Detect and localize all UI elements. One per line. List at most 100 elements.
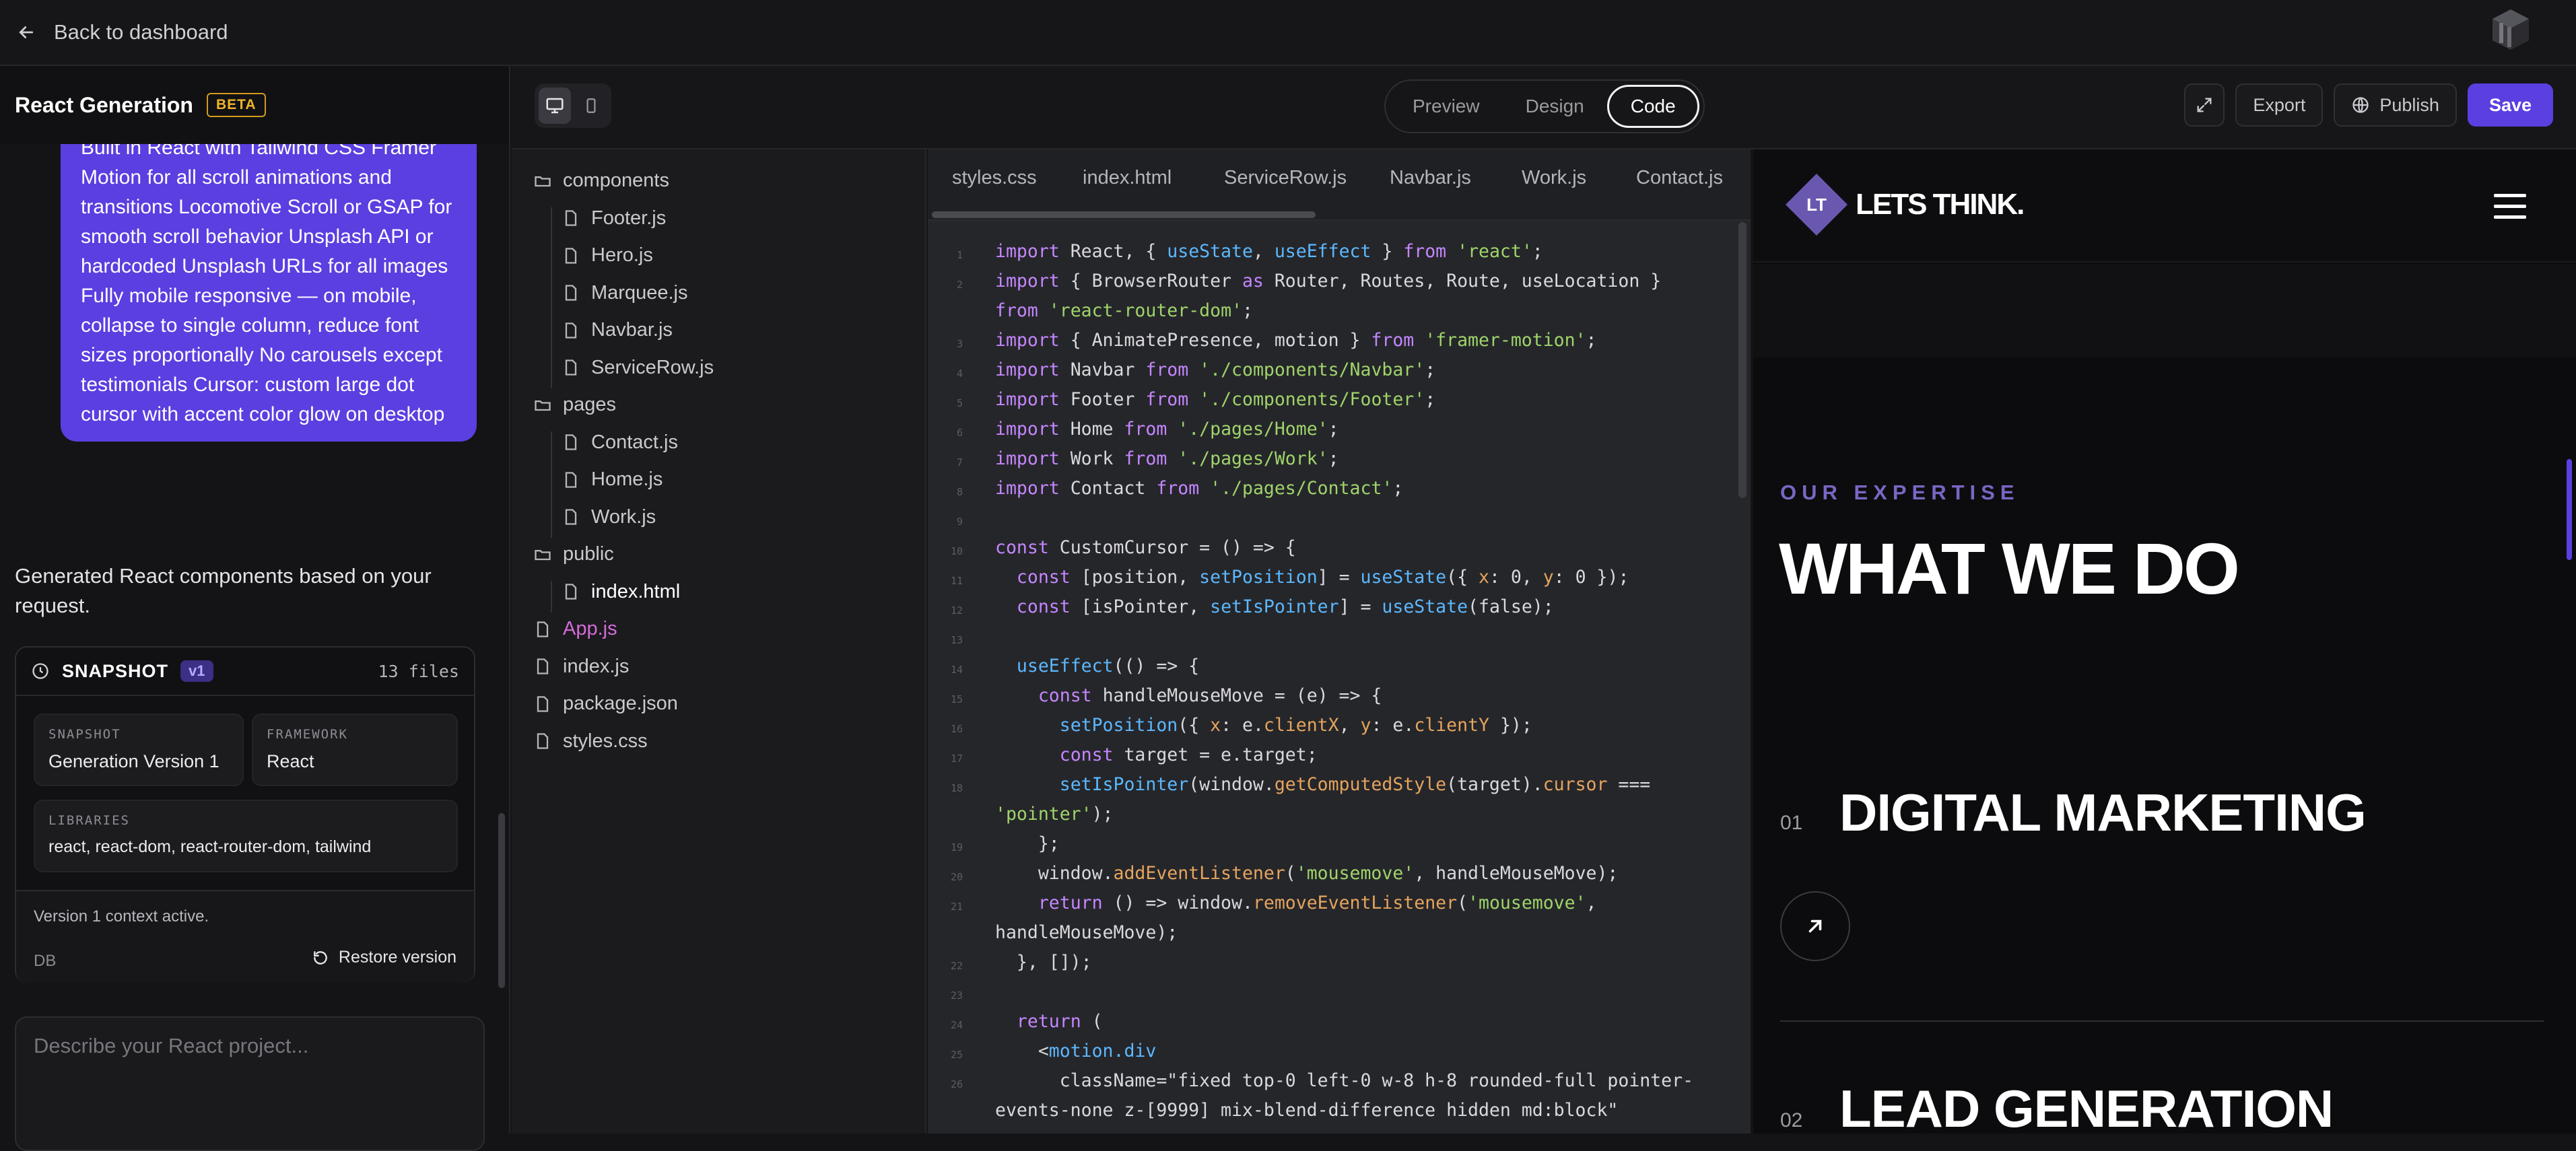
line-number: 8 <box>956 486 963 498</box>
tabs-scrollbar[interactable] <box>932 211 1316 218</box>
file-icon <box>565 434 577 450</box>
line-number: 14 <box>950 664 963 676</box>
fullscreen-button[interactable] <box>2184 83 2225 127</box>
line-number: 2 <box>956 279 963 291</box>
line-number: 22 <box>950 960 963 972</box>
save-button[interactable]: Save <box>2467 83 2553 127</box>
tree-folder[interactable]: components <box>533 170 669 192</box>
tree-file[interactable]: Marquee.js <box>562 282 687 304</box>
code-line: const target = e.target; <box>1059 744 1318 765</box>
desktop-view-button[interactable] <box>539 88 571 124</box>
tree-file[interactable]: ServiceRow.js <box>562 357 714 379</box>
file-count: 13 files <box>378 661 459 681</box>
publish-button[interactable]: Publish <box>2334 83 2457 127</box>
code-line: import Home from './pages/Home'; <box>995 419 1339 440</box>
tree-file[interactable]: Footer.js <box>562 207 666 230</box>
snapshot-title: SNAPSHOT <box>62 660 169 681</box>
logo-initials: LT <box>1806 194 1827 215</box>
line-number: 15 <box>950 693 963 705</box>
tree-folder[interactable]: pages <box>533 394 616 416</box>
chat-history[interactable]: Built in React with Tailwind CSS Framer … <box>0 144 498 991</box>
file-icon <box>537 621 549 637</box>
code-line: return ( <box>1016 1011 1103 1032</box>
code-line: const CustomCursor = () => { <box>995 537 1296 558</box>
service-title[interactable]: DIGITAL MARKETING <box>1839 782 2367 843</box>
snapshot-value: Generation Version 1 <box>48 751 219 771</box>
code-line: handleMouseMove); <box>995 922 1178 943</box>
panel-title: React Generation <box>15 92 193 117</box>
tree-item-label: styles.css <box>563 730 648 752</box>
chat-panel-header: React Generation BETA <box>0 66 509 144</box>
framework-value: React <box>267 751 314 771</box>
tree-file[interactable]: Home.js <box>562 468 663 491</box>
editor-tab[interactable]: Navbar.js <box>1390 167 1471 189</box>
tree-file[interactable]: index.js <box>533 656 629 678</box>
phone-icon <box>586 98 596 113</box>
tree-indent-guide <box>551 431 552 538</box>
file-icon <box>565 285 577 301</box>
preview-logo[interactable]: LT LETS THINK. <box>1784 172 2025 237</box>
code-line: import React, { useState, useEffect } fr… <box>995 241 1543 262</box>
libraries-label: LIBRARIES <box>48 813 130 828</box>
tree-file[interactable]: index.html <box>562 581 680 603</box>
top-bar: Back to dashboard <box>0 0 2576 66</box>
toolbar-actions: Export Publish Save <box>2184 83 2553 127</box>
chat-scrollbar[interactable] <box>498 813 505 988</box>
editor-tab[interactable]: index.html <box>1083 167 1172 189</box>
code-line: import Work from './pages/Work'; <box>995 448 1339 469</box>
editor-tab[interactable]: styles.css <box>952 167 1037 189</box>
mobile-view-button[interactable] <box>575 88 607 124</box>
tree-folder[interactable]: public <box>533 543 614 565</box>
snapshot-header: SNAPSHOT v1 13 files <box>16 648 474 696</box>
line-number: 18 <box>950 782 963 794</box>
snapshot-card: SNAPSHOT v1 13 files SNAPSHOT Generation… <box>15 646 475 983</box>
tree-file[interactable]: Hero.js <box>562 244 653 267</box>
tab-preview[interactable]: Preview <box>1390 85 1503 128</box>
editor-scrollbar[interactable] <box>1738 222 1747 498</box>
tree-file[interactable]: Work.js <box>562 506 656 528</box>
tree-file[interactable]: styles.css <box>533 730 648 753</box>
tree-item-label: App.js <box>563 618 617 639</box>
line-number: 23 <box>950 989 963 1002</box>
tree-file[interactable]: Navbar.js <box>562 319 673 341</box>
code-line: return () => window.removeEventListener(… <box>1038 893 1597 913</box>
editor-tab[interactable]: ServiceRow.js <box>1224 167 1347 189</box>
export-button[interactable]: Export <box>2235 83 2324 127</box>
tab-design[interactable]: Design <box>1503 85 1607 128</box>
tree-item-label: components <box>563 170 669 191</box>
line-number: 16 <box>950 723 963 735</box>
line-number: 21 <box>950 901 963 913</box>
tree-file[interactable]: Contact.js <box>562 431 678 454</box>
prompt-input[interactable]: Describe your React project... <box>15 1016 485 1151</box>
line-number: 1 <box>956 249 963 261</box>
service-divider <box>1780 1020 2544 1022</box>
code-line: const [isPointer, setIsPointer] = useSta… <box>1016 596 1554 617</box>
tree-file[interactable]: App.js <box>533 618 617 640</box>
back-to-dashboard-link[interactable]: Back to dashboard <box>16 20 228 44</box>
file-icon <box>537 733 549 749</box>
service-title[interactable]: LEAD GENERATION <box>1839 1078 2334 1133</box>
line-number: 25 <box>950 1049 963 1061</box>
hamburger-menu-icon[interactable] <box>2494 194 2526 226</box>
save-label: Save <box>2488 94 2532 115</box>
code-editor[interactable]: styles.css index.html ServiceRow.js Navbar.… <box>928 149 1751 1133</box>
app-logo-icon <box>2493 9 2529 50</box>
folder-icon <box>535 176 551 186</box>
tree-item-label: Marquee.js <box>591 281 688 304</box>
file-tree: components Footer.js Hero.js Marquee.js Navb… <box>512 149 926 1133</box>
clock-icon <box>32 663 48 679</box>
restore-version-button[interactable]: Restore version <box>312 948 456 967</box>
tree-file[interactable]: package.json <box>533 693 678 715</box>
editor-tab[interactable]: Work.js <box>1522 167 1586 189</box>
preview-scrollbar[interactable] <box>2567 459 2572 560</box>
tree-item-label: Footer.js <box>591 207 667 229</box>
preview-band <box>1753 264 2576 357</box>
line-number: 11 <box>950 575 963 587</box>
file-icon <box>565 210 577 226</box>
editor-tab[interactable]: Contact.js <box>1636 167 1723 189</box>
service-link-button[interactable] <box>1780 891 1850 961</box>
snapshot-footer: Version 1 context active. DB Restore ver… <box>16 890 474 983</box>
tab-code[interactable]: Code <box>1606 85 1699 128</box>
arrow-up-right-icon <box>1808 919 1822 933</box>
line-number: 4 <box>956 368 963 380</box>
